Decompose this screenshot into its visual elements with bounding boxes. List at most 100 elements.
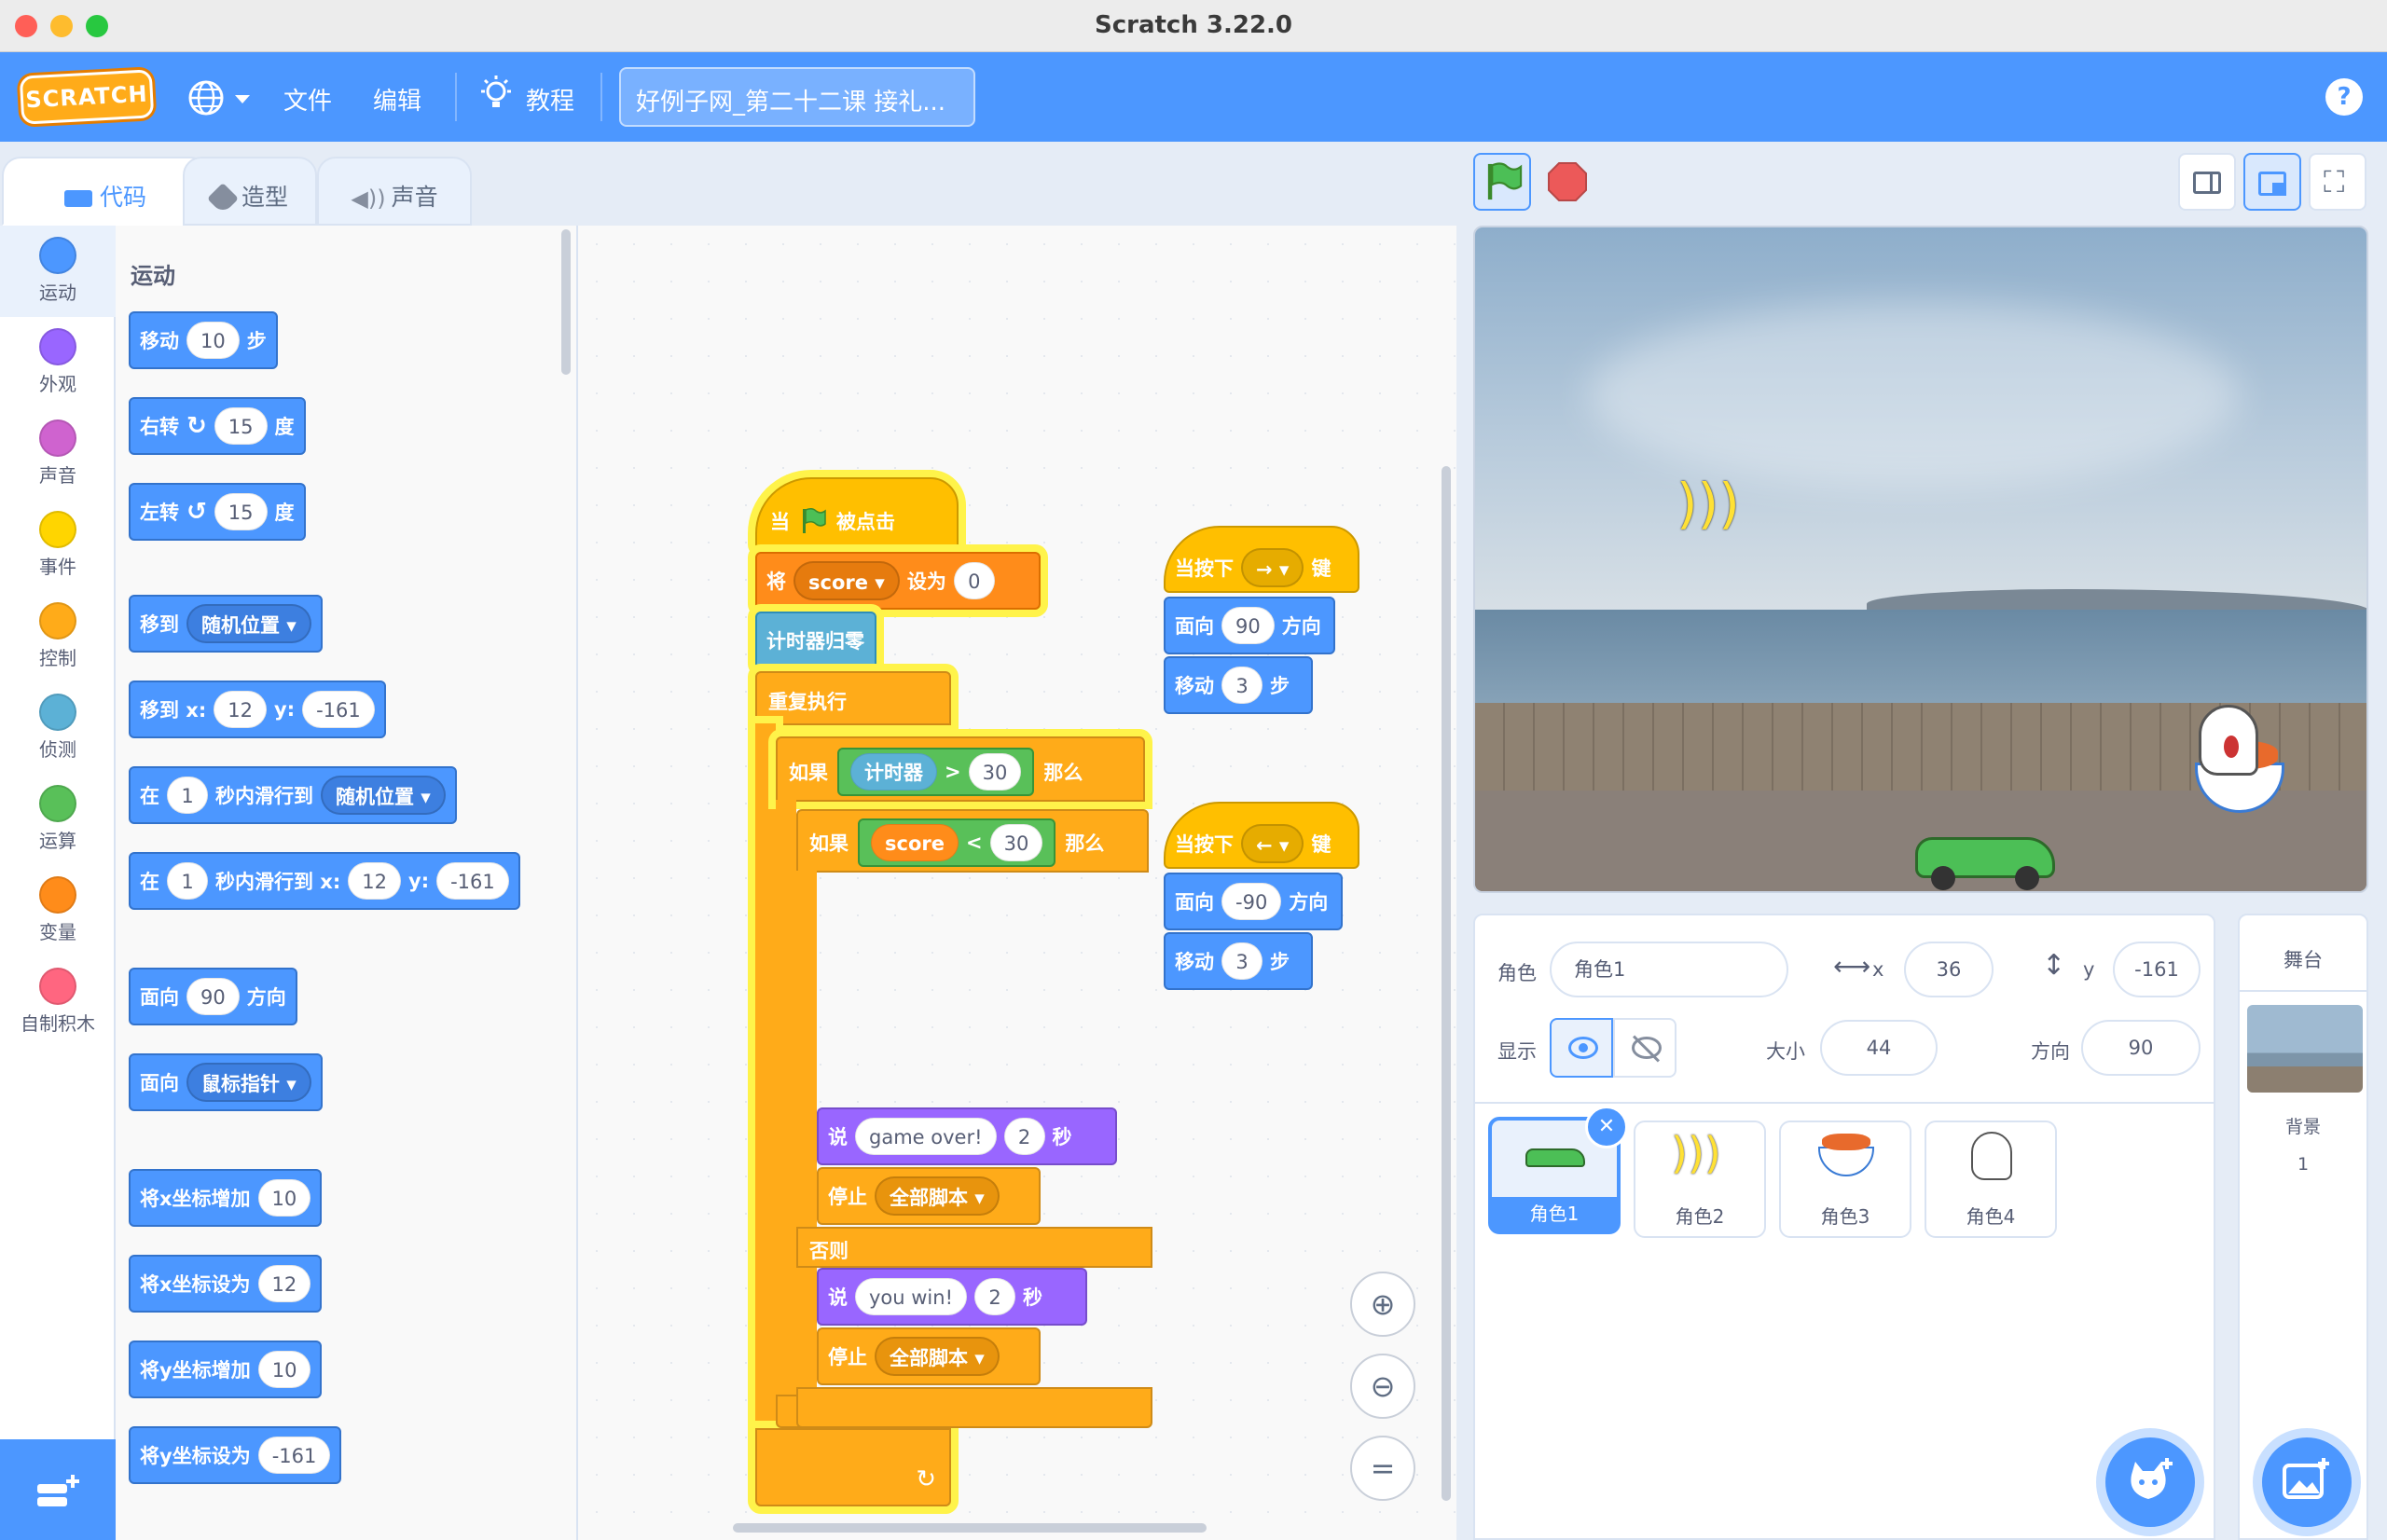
block-set-variable[interactable]: 将 score ▾ 设为 0 [755,552,1041,610]
block-change-x[interactable]: 将x坐标增加 10 [129,1169,323,1227]
category-my-blocks[interactable]: 自制积木 [0,956,116,1048]
category-sound[interactable]: 声音 [0,408,116,500]
category-events[interactable]: 事件 [0,500,116,591]
block-move-steps[interactable]: 移动 10 步 [129,311,278,369]
palette-scrollbar[interactable] [561,229,571,375]
block-stop-all-2[interactable]: 停止 全部脚本 ▾ [817,1327,1041,1385]
block-goto[interactable]: 移到 随机位置 ▾ [129,595,323,653]
file-menu[interactable]: 文件 [283,82,332,117]
tab-sounds[interactable]: ◀)) 声音 [317,157,472,226]
hat-block-green-flag[interactable]: 当 被点击 [755,477,959,550]
sprite-thumb-4[interactable]: 角色4 [1925,1121,2057,1238]
scratch-logo[interactable]: SCRATCH [19,69,155,125]
delete-sprite-button[interactable]: ✕ [1585,1106,1628,1148]
block-input[interactable]: you win! [855,1278,967,1315]
glide-target-dropdown[interactable]: 随机位置 ▾ [321,776,446,815]
block-point-90[interactable]: 面向 90 方向 [1164,597,1335,654]
workspace-vertical-scrollbar[interactable] [1442,466,1451,1501]
block-forever[interactable]: 重复执行 [755,671,951,725]
script-workspace[interactable]: 当 被点击 将 score ▾ 设为 0 计时器归零 重复执行 ↻ 如果 计时器 > … [578,226,1456,1540]
block-input[interactable]: 2 [974,1278,1015,1315]
block-change-y[interactable]: 将y坐标增加 10 [129,1341,323,1398]
condition-greater-than[interactable]: 计时器 > 30 [837,748,1035,796]
block-input[interactable]: 30 [968,753,1022,791]
show-sprite-button[interactable] [1550,1018,1613,1078]
block-point-direction[interactable]: 面向 90 方向 [129,968,297,1025]
category-operators[interactable]: 运算 [0,774,116,865]
banana-sprite[interactable]: ))) [1676,472,1740,535]
stop-option-dropdown[interactable]: 全部脚本 ▾ [875,1337,1000,1376]
block-input[interactable]: -161 [436,862,509,900]
block-point-minus-90[interactable]: 面向 -90 方向 [1164,873,1343,930]
car-sprite[interactable] [1915,837,2055,890]
block-glide-to[interactable]: 在 1 秒内滑行到 随机位置 ▾ [129,766,457,824]
block-stop-all-1[interactable]: 停止 全部脚本 ▾ [817,1167,1041,1225]
goto-target-dropdown[interactable]: 随机位置 ▾ [186,604,311,643]
block-move-3-left[interactable]: 移动 3 步 [1164,932,1313,990]
block-input[interactable]: 15 [214,407,268,445]
block-input[interactable]: 30 [989,824,1043,861]
block-turn-left[interactable]: 左转 ↺ 15 度 [129,483,306,541]
green-flag-button[interactable] [1473,153,1531,211]
block-input[interactable]: 2 [1003,1118,1045,1155]
key-dropdown[interactable]: ← ▾ [1241,824,1304,863]
block-reset-timer[interactable]: 计时器归零 [755,612,876,669]
sprite-thumb-2[interactable]: ))) 角色2 [1634,1121,1766,1238]
category-sensing[interactable]: 侦测 [0,682,116,774]
tab-code[interactable]: 代码 [2,157,209,226]
fullscreen-button[interactable]: ⛶ [2309,153,2366,211]
stop-button[interactable] [1538,153,1596,211]
edit-menu[interactable]: 编辑 [373,82,421,117]
hat-block-when-right-key[interactable]: 当按下 → ▾ 键 [1164,526,1359,593]
x-position-input[interactable]: 36 [1904,942,1994,997]
block-if-timer[interactable]: 如果 计时器 > 30 那么 [776,736,1145,802]
add-extension-button[interactable] [0,1439,116,1540]
hat-block-when-left-key[interactable]: 当按下 ← ▾ 键 [1164,802,1359,869]
variable-dropdown[interactable]: score ▾ [793,561,900,600]
block-input[interactable]: 90 [186,978,240,1015]
block-input[interactable]: 15 [214,493,268,530]
zoom-reset-button[interactable]: = [1350,1436,1415,1501]
key-dropdown[interactable]: → ▾ [1241,548,1304,587]
block-input[interactable]: 0 [953,562,995,599]
block-if-else-score[interactable]: 如果 score < 30 那么 [796,809,1149,873]
block-input[interactable]: -90 [1221,883,1282,920]
block-move-3-right[interactable]: 移动 3 步 [1164,656,1313,714]
block-point-towards[interactable]: 面向 鼠标指针 ▾ [129,1053,323,1111]
score-reporter[interactable]: score [871,824,959,861]
block-set-x[interactable]: 将x坐标设为 12 [129,1255,323,1313]
choose-sprite-button[interactable] [2105,1437,2195,1527]
condition-less-than[interactable]: score < 30 [858,818,1056,867]
ghost-sprite[interactable] [2199,705,2258,776]
sprite-thumb-1[interactable]: 角色1 ✕ [1488,1106,1628,1234]
block-turn-right[interactable]: 右转 ↻ 15 度 [129,397,306,455]
block-input[interactable]: 1 [167,777,208,814]
timer-reporter[interactable]: 计时器 [850,753,937,791]
backdrop-thumbnail[interactable] [2247,1005,2363,1093]
language-menu[interactable] [186,75,257,121]
project-title-input[interactable]: 好例子网_第二十二课 接礼... [619,67,975,127]
small-stage-button[interactable] [2178,153,2236,211]
tutorials-button[interactable]: 教程 [477,73,580,119]
hide-sprite-button[interactable] [1613,1018,1676,1078]
stop-option-dropdown[interactable]: 全部脚本 ▾ [875,1176,1000,1216]
block-say-you-win[interactable]: 说 you win! 2 秒 [817,1268,1087,1326]
direction-input[interactable]: 90 [2081,1020,2201,1076]
zoom-in-button[interactable]: ⊕ [1350,1272,1415,1337]
block-input[interactable]: -161 [302,691,375,728]
block-input[interactable]: 10 [257,1179,311,1217]
block-input[interactable]: 90 [1221,607,1275,644]
category-looks[interactable]: 外观 [0,317,116,408]
workspace-horizontal-scrollbar[interactable] [733,1523,1207,1533]
block-input[interactable]: -161 [257,1437,331,1474]
block-input[interactable]: game over! [855,1118,997,1155]
block-input[interactable]: 3 [1221,667,1262,704]
normal-stage-button[interactable] [2243,153,2301,211]
category-control[interactable]: 控制 [0,591,116,682]
block-input[interactable]: 12 [257,1265,311,1302]
size-input[interactable]: 44 [1820,1020,1938,1076]
block-input[interactable]: 1 [167,862,208,900]
zoom-out-button[interactable]: ⊖ [1350,1354,1415,1419]
point-towards-dropdown[interactable]: 鼠标指针 ▾ [186,1063,311,1102]
block-input[interactable]: 12 [214,691,267,728]
